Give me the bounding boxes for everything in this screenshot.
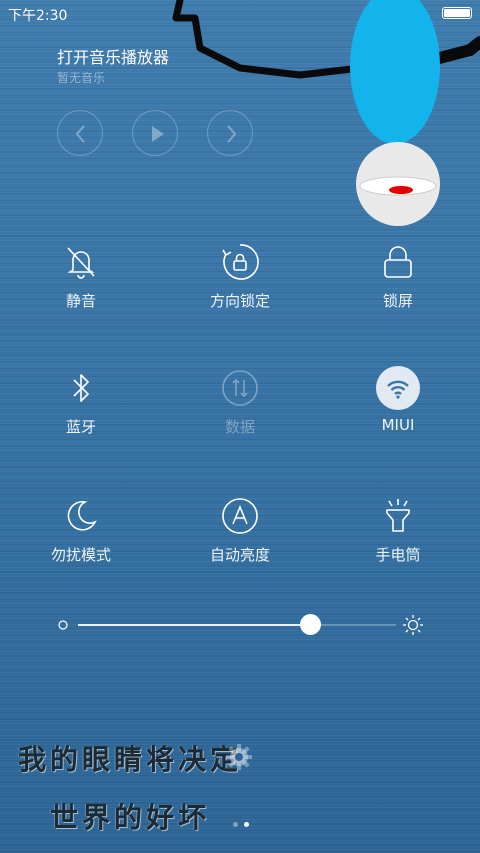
toggle-flashlight[interactable]: 手电筒: [318, 494, 478, 604]
toggle-do-not-disturb[interactable]: 勿扰模式: [1, 494, 161, 604]
toggle-label: 手电筒: [375, 546, 421, 564]
settings-gear-icon[interactable]: [224, 742, 254, 772]
play-button[interactable]: [132, 110, 178, 156]
moon-icon: [67, 500, 97, 531]
sun-icon: [403, 615, 423, 635]
previous-icon: [75, 125, 85, 143]
toggle-label: 自动亮度: [209, 546, 270, 564]
lock-icon: [384, 246, 412, 278]
page-indicator: [230, 812, 252, 831]
toggle-label: 方向锁定: [209, 292, 270, 310]
rotation-lock-icon: [222, 244, 259, 280]
toggle-mobile-data[interactable]: 数据: [160, 366, 320, 476]
previous-button[interactable]: [57, 110, 103, 156]
brightness-track-empty: [320, 624, 396, 626]
toggle-label: 静音: [65, 292, 96, 310]
wifi-icon: [387, 380, 409, 399]
toggle-label: 蓝牙: [65, 418, 96, 436]
wallpaper-text-line2: 世界的好坏: [50, 801, 211, 834]
toggle-label: 勿扰模式: [50, 546, 111, 564]
bell-off-icon: [67, 247, 95, 279]
status-time: 下午2:30: [8, 8, 68, 24]
toggle-label: 数据: [224, 418, 255, 436]
bluetooth-icon: [73, 374, 89, 402]
music-track-subtitle: 暂无音乐: [57, 71, 106, 85]
brightness-slider-handle[interactable]: [300, 614, 321, 635]
toggle-label: MIUI: [381, 416, 415, 434]
flashlight-icon: [386, 499, 410, 532]
page-dot: [233, 822, 238, 827]
toggle-bluetooth[interactable]: 蓝牙: [1, 366, 161, 476]
page-dot-active: [244, 822, 249, 827]
auto-brightness-icon: [222, 498, 258, 534]
mobile-data-icon: [222, 370, 258, 406]
brightness-track-filled: [78, 624, 314, 626]
music-player-title[interactable]: 打开音乐播放器: [57, 44, 169, 68]
dim-icon: [58, 620, 68, 630]
next-icon: [227, 125, 237, 143]
toggle-auto-brightness[interactable]: 自动亮度: [160, 494, 320, 604]
toggle-mute[interactable]: 静音: [1, 240, 161, 350]
toggle-wifi[interactable]: MIUI: [318, 366, 478, 476]
toggle-lock-screen[interactable]: 锁屏: [318, 240, 478, 350]
play-icon: [152, 126, 164, 142]
toggle-rotation-lock[interactable]: 方向锁定: [160, 240, 320, 350]
toggle-label: 锁屏: [382, 292, 413, 310]
wallpaper-text-line1: 我的眼睛将决定: [18, 743, 243, 776]
next-button[interactable]: [207, 110, 253, 156]
